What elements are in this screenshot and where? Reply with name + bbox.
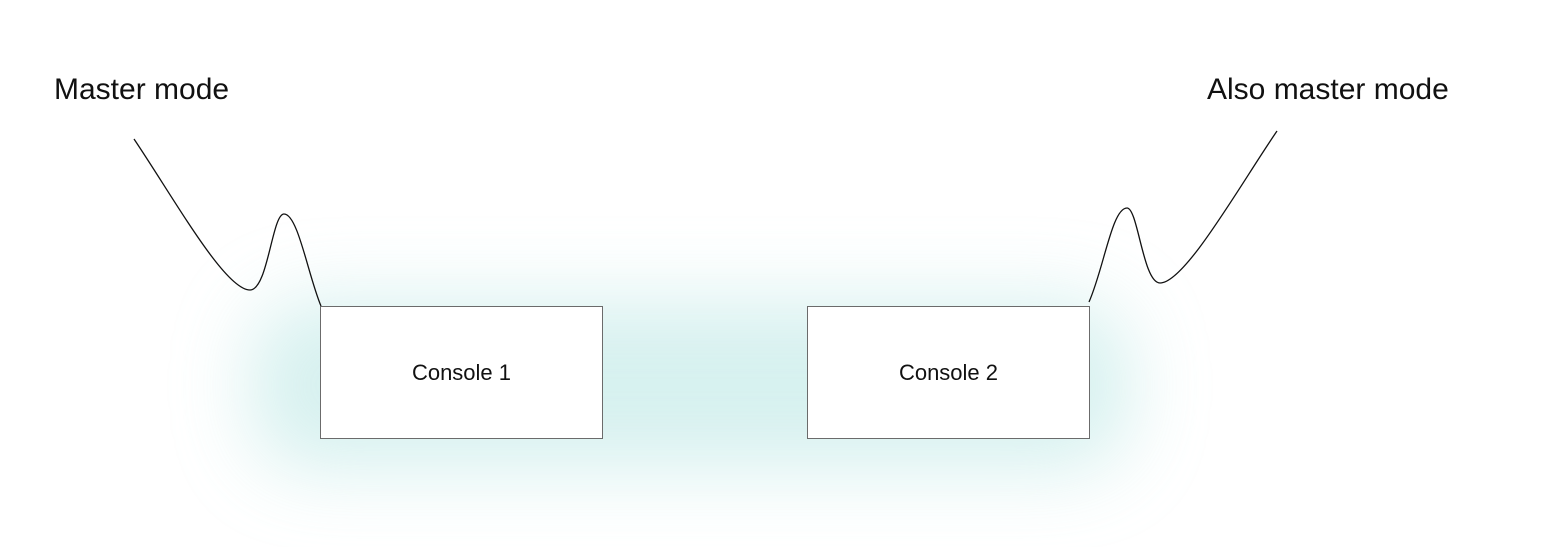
diagram-canvas: Master mode Also master mode Console 1 C…	[0, 0, 1541, 547]
console-2-label: Console 2	[898, 359, 999, 385]
console-1-label: Console 1	[411, 359, 512, 385]
callout-line-right	[1088, 130, 1278, 303]
console-2-box: Console 2	[807, 306, 1090, 439]
also-master-mode-label: Also master mode	[1207, 73, 1449, 106]
callout-line-left	[133, 138, 322, 307]
console-1-box: Console 1	[320, 306, 603, 439]
master-mode-label: Master mode	[54, 73, 230, 106]
